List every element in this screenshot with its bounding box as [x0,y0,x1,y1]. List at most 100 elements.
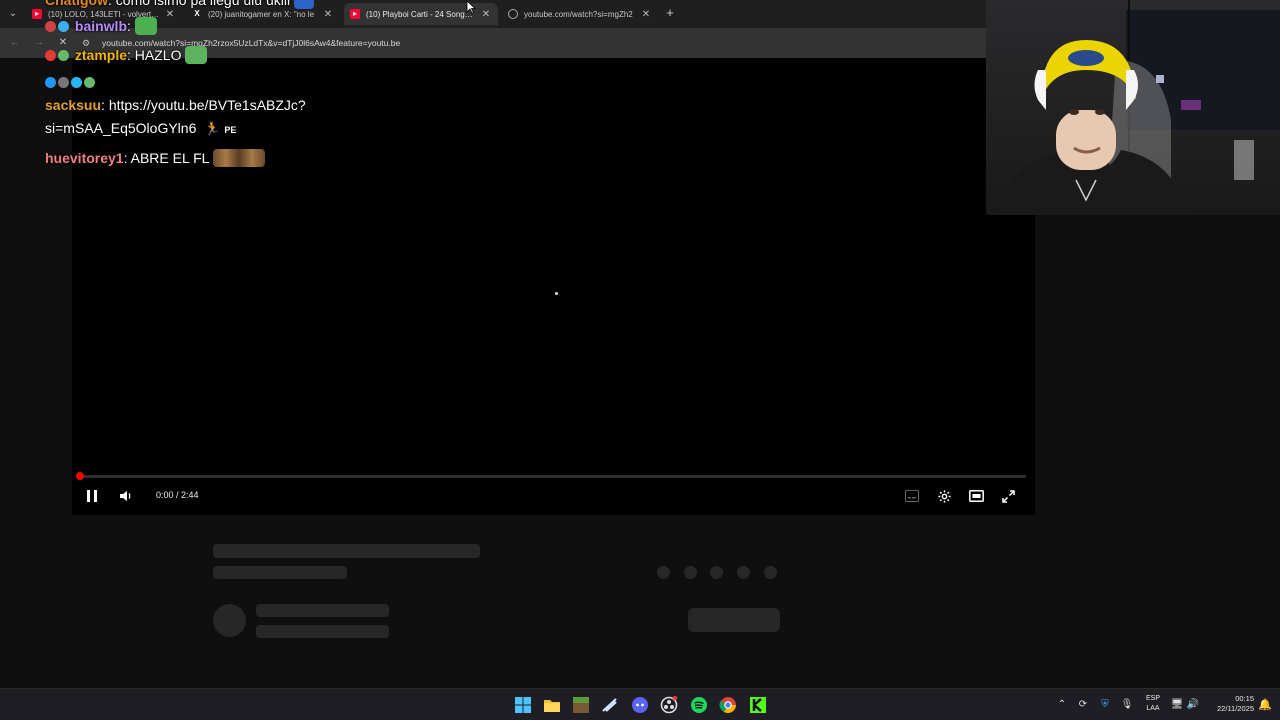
gem-badge-icon [58,21,69,32]
chat-badges-row [45,74,97,90]
pepe-emote-icon [134,17,157,35]
flag-emote-icon [293,0,314,9]
notifications-button[interactable]: 🔔 [1258,696,1272,714]
spotify-icon [691,697,707,713]
microphone-tray-icon[interactable]: 🎙 [1120,697,1134,713]
fullscreen-icon [1001,490,1015,503]
chat-username: huevitorey1 [45,150,124,166]
action-placeholder [657,566,670,579]
windows-start-button[interactable] [513,695,533,715]
title-placeholder [213,544,480,558]
clock-time: 00:15 [1235,694,1254,703]
security-tray-icon[interactable]: ⛨ [1098,697,1112,713]
time-display: 0:00 / 2:44 [156,490,199,500]
action-placeholder [710,566,723,579]
sync-tray-icon[interactable]: ⟳ [1076,697,1090,713]
loading-spinner-icon [555,292,558,295]
youtube-icon: ▸ [32,9,42,19]
action-placeholder [684,566,697,579]
chat-text: : [127,18,131,34]
action-placeholder [764,566,777,579]
close-icon[interactable]: ✕ [640,9,652,20]
pause-button[interactable] [84,487,100,505]
subscriber-count-placeholder [256,625,389,638]
streamer-camera-image [986,0,1280,215]
theater-mode-button[interactable] [967,487,985,505]
back-button[interactable]: ← [8,36,22,50]
progress-scrubber[interactable] [76,472,84,480]
volume-icon [120,491,131,501]
file-explorer-icon [544,700,560,712]
settings-gear-icon [937,490,951,503]
chat-message: Chatigow: como isimo pa llegu ulu ukili [45,0,314,9]
theater-mode-icon [968,490,984,502]
discord-button[interactable] [630,695,650,715]
chrome-button[interactable] [718,695,738,715]
network-tray-icon[interactable]: 🖥 [1170,697,1184,713]
system-clock[interactable]: 00:15 22/11/2025 [1206,694,1254,714]
kick-icon [750,697,766,713]
badge-icon [45,50,56,61]
chat-message: bainwlb: [45,17,157,35]
chat-username: sacksuu [45,97,102,113]
minecraft-button[interactable] [571,695,591,715]
tab-title: (20) juanitogamer en X: "no le [208,9,315,19]
forward-button[interactable]: → [32,36,46,50]
volume-tray-icon[interactable]: 🔊 [1186,697,1200,713]
screen: 0:00 / 2:44 ⌄ ▸ (10) LOLO, 143LETI - vol… [0,0,1280,720]
steam-icon [602,698,617,712]
subtitles-button[interactable] [903,487,921,505]
chat-username: Chatigow [45,0,108,8]
chat-badge-text: PE [224,125,237,135]
youtube-icon: ▸ [350,9,360,19]
faces-emote-icon [212,149,265,167]
chat-username: ztample [74,47,128,63]
volume-button[interactable] [117,487,135,505]
pause-icon [87,490,97,502]
discord-icon [632,697,648,713]
fullscreen-button[interactable] [999,487,1017,505]
input-language-indicator[interactable]: ESP LAA [1142,694,1164,714]
kick-button[interactable] [748,695,768,715]
chat-text: : como isimo pa llegu ulu ukili [108,0,291,8]
windows-taskbar: ⌃ ⟳ ⛨ 🎙 ESP LAA 🖥 🔊 00:15 22/11/2025 🔔 [0,688,1280,720]
arrow-left-icon: ← [10,37,20,48]
subtitle-placeholder [213,566,347,579]
badge-icon [84,77,95,88]
chevron-down-icon: ⌄ [8,8,18,19]
x-icon: X [194,9,200,18]
close-icon[interactable]: ✕ [164,9,176,20]
loading-icon [508,9,518,19]
chevron-up-icon: ⌃ [1057,699,1067,710]
file-explorer-button[interactable] [542,695,562,715]
tab-search-button[interactable]: ⌄ [4,6,22,22]
runner-emote-icon: 🏃 [204,121,221,136]
obs-button[interactable] [659,695,679,715]
chat-message: sacksuu: https://youtu.be/BVTe1sABZJc? [45,97,306,113]
settings-button[interactable] [935,487,953,505]
progress-bar[interactable] [76,472,1026,480]
chat-message: huevitorey1: ABRE EL FL [45,149,265,167]
show-hidden-icons-button[interactable]: ⌃ [1056,697,1068,713]
pepe-emote-icon [185,46,208,64]
subtitles-icon [905,490,919,502]
new-tab-button[interactable]: + [662,5,678,21]
sword-badge-icon [45,77,56,88]
chat-text: : HAZLO [127,47,182,63]
chat-text: : ABRE EL FL [123,150,209,166]
chrome-icon [719,697,736,714]
steam-button[interactable] [600,695,620,715]
bell-icon: 🔔 [1258,699,1272,711]
webcam-feed [986,0,1280,215]
chat-username: bainwlb [74,18,128,34]
action-placeholder [737,566,750,579]
avatar-placeholder [213,604,246,637]
badge-icon [58,50,69,61]
url-field[interactable]: ⚙ youtube.com/watch?si=mgZh2rzox5UzLdTx&… [80,33,980,53]
browser-tab[interactable]: youtube.com/watch?si=mgZh2 ✕ [502,3,658,25]
chat-message-continuation: si=mSAA_Eq5OloGYln6 🏃 PE [45,120,236,137]
close-icon[interactable]: ✕ [480,9,492,20]
spotify-button[interactable] [689,695,709,715]
close-icon[interactable]: ✕ [322,9,334,20]
language-code: ESP [1145,695,1160,702]
